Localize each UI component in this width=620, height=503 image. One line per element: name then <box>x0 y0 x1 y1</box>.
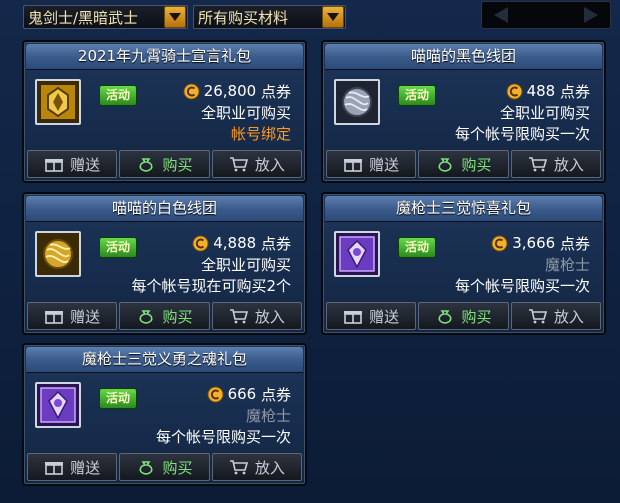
price-unit: 点券 <box>260 82 291 101</box>
item-name: 魔枪士三觉义勇之魂礼包 <box>26 347 303 373</box>
dark-yarn-ball-icon[interactable] <box>334 79 380 125</box>
buy-button[interactable]: 购买 <box>418 302 509 330</box>
add-to-cart-button[interactable]: 放入 <box>211 453 302 481</box>
add-to-cart-button[interactable]: 放入 <box>211 150 302 178</box>
gift-icon <box>344 311 363 324</box>
money-bag-icon <box>139 158 154 172</box>
purchase-limit: 每个帐号现在可购买2个 <box>131 277 291 295</box>
character-filter-value: 鬼剑士/黑暗武士 <box>28 8 139 27</box>
class-restriction: 魔枪士 <box>544 256 590 274</box>
buy-button[interactable]: 购买 <box>119 453 210 481</box>
item-price: 4,888 点券 <box>192 233 291 253</box>
coupon-coin-icon <box>207 386 224 402</box>
next-page-icon[interactable] <box>584 7 598 23</box>
chevron-down-icon[interactable] <box>322 6 344 28</box>
price-unit: 点券 <box>260 385 291 404</box>
buy-button[interactable]: 购买 <box>119 302 210 330</box>
price-value: 3,666 <box>512 234 556 252</box>
purchase-limit: 帐号绑定 <box>230 125 291 143</box>
money-bag-icon <box>139 461 154 475</box>
add-to-cart-button[interactable]: 放入 <box>510 302 601 330</box>
cart-icon <box>528 309 547 324</box>
item-price: 488 点券 <box>506 81 590 101</box>
shop-item-card: 2021年九霄骑士宣言礼包 活动 26,800 点券 全职业可购买 帐号绑定 赠… <box>22 40 307 183</box>
purchase-limit: 每个帐号限购买一次 <box>454 277 590 295</box>
purchase-limit: 每个帐号限购买一次 <box>454 125 590 143</box>
category-filter-value: 所有购买材料 <box>198 8 289 27</box>
event-tag: 活动 <box>99 237 137 258</box>
chevron-down-icon[interactable] <box>164 6 186 28</box>
price-value: 488 <box>526 82 556 100</box>
class-restriction: 全职业可购买 <box>499 104 590 122</box>
gift-button[interactable]: 赠送 <box>326 302 417 330</box>
shop-item-card: 魔枪士三觉惊喜礼包 活动 3,666 点券 魔枪士 每个帐号限购买一次 赠送 购… <box>321 192 606 335</box>
gift-icon <box>45 462 64 475</box>
golden-yarn-ball-icon[interactable] <box>35 231 81 277</box>
add-to-cart-button[interactable]: 放入 <box>510 150 601 178</box>
gift-button[interactable]: 赠送 <box>27 453 118 481</box>
price-unit: 点券 <box>559 82 590 101</box>
event-tag: 活动 <box>99 388 137 409</box>
add-to-cart-button[interactable]: 放入 <box>211 302 302 330</box>
buy-button[interactable]: 购买 <box>119 150 210 178</box>
event-tag: 活动 <box>398 237 436 258</box>
gift-icon <box>344 159 363 172</box>
shop-item-card: 喵喵的白色线团 活动 4,888 点券 全职业可购买 每个帐号现在可购买2个 赠… <box>22 192 307 335</box>
purple-lancer-box-icon[interactable] <box>334 231 380 277</box>
price-value: 4,888 <box>213 234 257 252</box>
item-price: 666 点券 <box>207 384 291 404</box>
class-restriction: 全职业可购买 <box>200 256 291 274</box>
previous-page-icon[interactable] <box>494 7 508 23</box>
purchase-limit: 每个帐号限购买一次 <box>155 428 291 446</box>
cart-icon <box>229 460 248 475</box>
page-navigator <box>481 1 611 29</box>
gift-button[interactable]: 赠送 <box>27 302 118 330</box>
gift-icon <box>45 311 64 324</box>
cart-icon <box>229 157 248 172</box>
cart-icon <box>229 309 248 324</box>
item-price: 3,666 点券 <box>491 233 590 253</box>
price-value: 666 <box>227 385 257 403</box>
item-name: 喵喵的黑色线团 <box>325 44 602 70</box>
class-restriction: 魔枪士 <box>245 407 291 425</box>
class-restriction: 全职业可购买 <box>200 104 291 122</box>
purple-lancer-box-icon[interactable] <box>35 382 81 428</box>
gift-button[interactable]: 赠送 <box>326 150 417 178</box>
price-unit: 点券 <box>559 234 590 253</box>
item-name: 2021年九霄骑士宣言礼包 <box>26 44 303 70</box>
item-name: 喵喵的白色线团 <box>26 196 303 222</box>
event-tag: 活动 <box>398 85 436 106</box>
gold-crest-box-icon[interactable] <box>35 79 81 125</box>
price-value: 26,800 <box>203 82 257 100</box>
cart-icon <box>528 157 547 172</box>
money-bag-icon <box>438 158 453 172</box>
event-tag: 活动 <box>99 85 137 106</box>
item-price: 26,800 点券 <box>183 81 291 101</box>
gift-button[interactable]: 赠送 <box>27 150 118 178</box>
item-name: 魔枪士三觉惊喜礼包 <box>325 196 602 222</box>
coupon-coin-icon <box>183 83 200 99</box>
shop-item-card: 喵喵的黑色线团 活动 488 点券 全职业可购买 每个帐号限购买一次 赠送 购买… <box>321 40 606 183</box>
coupon-coin-icon <box>506 83 523 99</box>
price-unit: 点券 <box>260 234 291 253</box>
money-bag-icon <box>139 310 154 324</box>
category-filter-dropdown[interactable]: 所有购买材料 <box>193 5 346 29</box>
gift-icon <box>45 159 64 172</box>
shop-item-card: 魔枪士三觉义勇之魂礼包 活动 666 点券 魔枪士 每个帐号限购买一次 赠送 购… <box>22 343 307 486</box>
character-filter-dropdown[interactable]: 鬼剑士/黑暗武士 <box>23 5 188 29</box>
buy-button[interactable]: 购买 <box>418 150 509 178</box>
coupon-coin-icon <box>192 235 209 251</box>
coupon-coin-icon <box>491 235 508 251</box>
money-bag-icon <box>438 310 453 324</box>
